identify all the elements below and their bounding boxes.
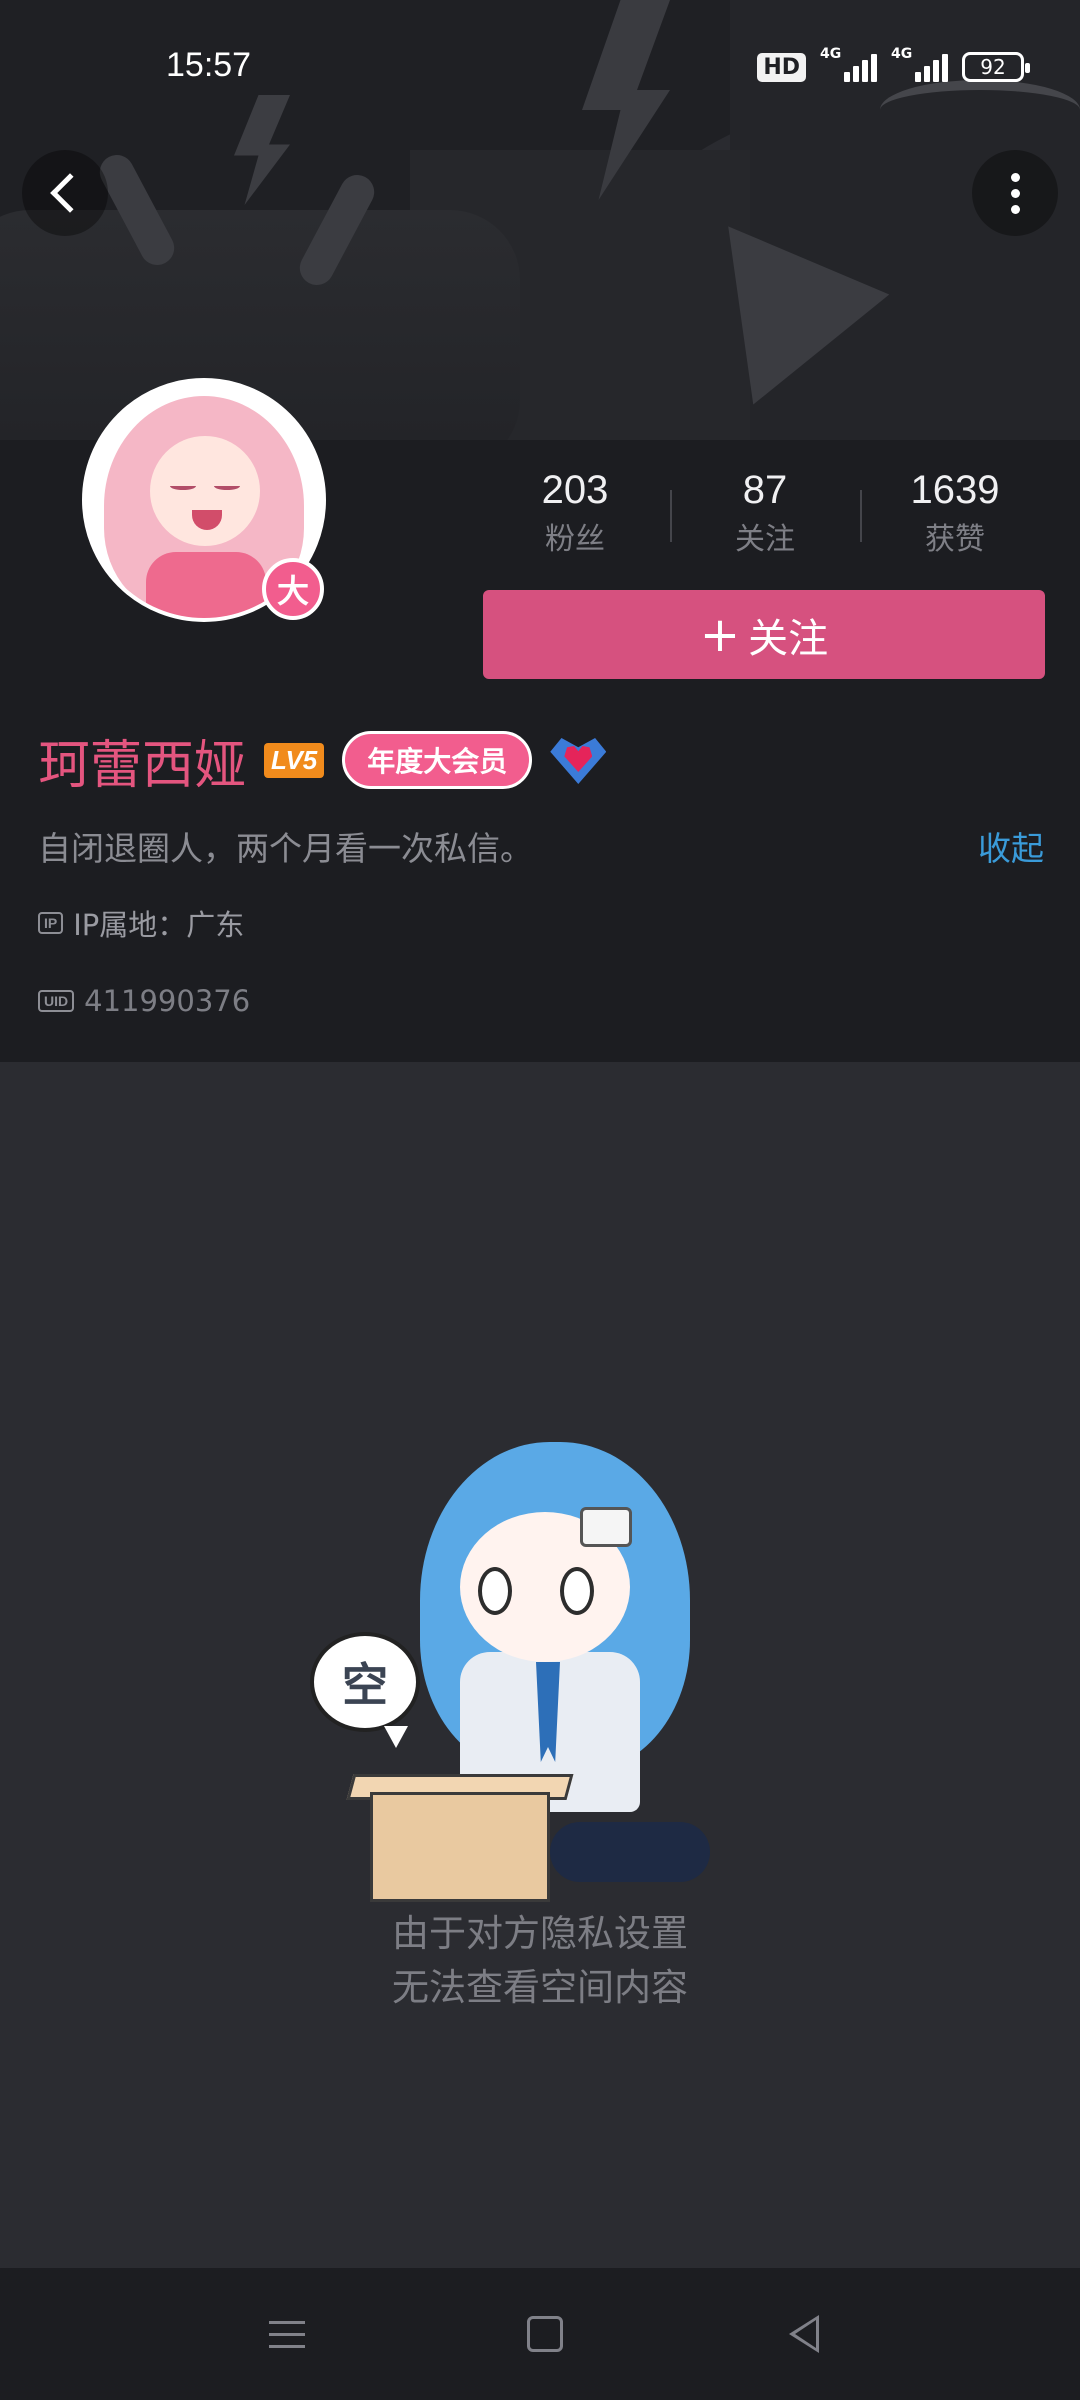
stat-label: 获赞: [925, 522, 985, 557]
empty-state: 空 由于对方隐私设置 无法查看空间内容: [0, 1062, 1080, 2268]
system-nav-bar: [0, 2268, 1080, 2400]
follow-button[interactable]: + 关注: [483, 590, 1045, 679]
empty-illustration: 空: [310, 1422, 770, 1962]
medal-icon[interactable]: [550, 732, 607, 788]
network-type-label: 4G: [891, 46, 913, 62]
network-type-label: 4G: [820, 46, 842, 62]
uid-row[interactable]: UID 411990376: [38, 984, 250, 1018]
home-button[interactable]: [517, 2306, 573, 2362]
stat-likes[interactable]: 1639 获赞: [860, 462, 1050, 562]
follow-label: 关注: [748, 615, 829, 662]
tv-hairclip-icon: [580, 1507, 632, 1547]
signal-icon: 4G: [820, 46, 877, 82]
chevron-left-icon: [50, 173, 90, 213]
home-icon: [527, 2316, 563, 2352]
membership-badge[interactable]: 年度大会员: [342, 731, 533, 789]
back-button[interactable]: [22, 150, 108, 236]
status-bar: 15:57 HD 4G 4G 92: [0, 0, 1080, 140]
stat-label: 关注: [735, 522, 795, 557]
stat-value: 203: [541, 468, 609, 512]
cardboard-box-icon: [370, 1792, 550, 1902]
level-badge: LV5: [264, 742, 325, 778]
empty-message: 由于对方隐私设置 无法查看空间内容: [0, 1907, 1080, 2015]
system-back-button[interactable]: [776, 2306, 832, 2362]
user-bio: 自闭退圈人，两个月看一次私信。: [38, 829, 533, 868]
empty-message-line: 由于对方隐私设置: [392, 1912, 688, 1955]
profile-stats: 203 粉丝 87 关注 1639 获赞: [480, 462, 1050, 562]
ip-icon: IP: [38, 912, 64, 934]
stat-label: 粉丝: [545, 522, 605, 557]
empty-message-line: 无法查看空间内容: [392, 1966, 688, 2009]
hd-voice-icon: HD: [757, 52, 806, 82]
ip-location-row: IP IP属地：广东: [38, 902, 244, 944]
more-options-button[interactable]: [972, 150, 1058, 236]
ip-location: IP属地：广东: [73, 908, 245, 942]
stat-value: 87: [742, 468, 788, 512]
username: 珂蕾西娅: [38, 735, 247, 796]
recent-apps-button[interactable]: [259, 2306, 315, 2362]
vip-badge: 大: [262, 558, 324, 620]
more-vertical-icon: [1010, 172, 1020, 214]
uid-value[interactable]: 411990376: [84, 984, 250, 1018]
signal-icon: 4G: [891, 46, 948, 82]
speech-bubble: 空: [310, 1632, 420, 1748]
stat-value: 1639: [910, 468, 1000, 512]
plus-icon: +: [699, 606, 741, 663]
name-row: 珂蕾西娅 LV5 年度大会员: [38, 725, 607, 796]
battery-level: 92: [980, 55, 1006, 79]
collapse-link[interactable]: 收起: [978, 822, 1044, 870]
menu-icon: [269, 2320, 305, 2348]
back-triangle-icon: [789, 2315, 819, 2353]
stat-followers[interactable]: 203 粉丝: [480, 462, 670, 562]
avatar-container[interactable]: 大: [82, 378, 326, 622]
status-icons: HD 4G 4G 92: [757, 46, 1030, 82]
stat-following[interactable]: 87 关注: [670, 462, 860, 562]
banner-play-shape: [728, 205, 902, 405]
status-time: 15:57: [166, 46, 252, 84]
uid-icon: UID: [38, 990, 75, 1012]
battery-icon: 92: [962, 52, 1030, 82]
